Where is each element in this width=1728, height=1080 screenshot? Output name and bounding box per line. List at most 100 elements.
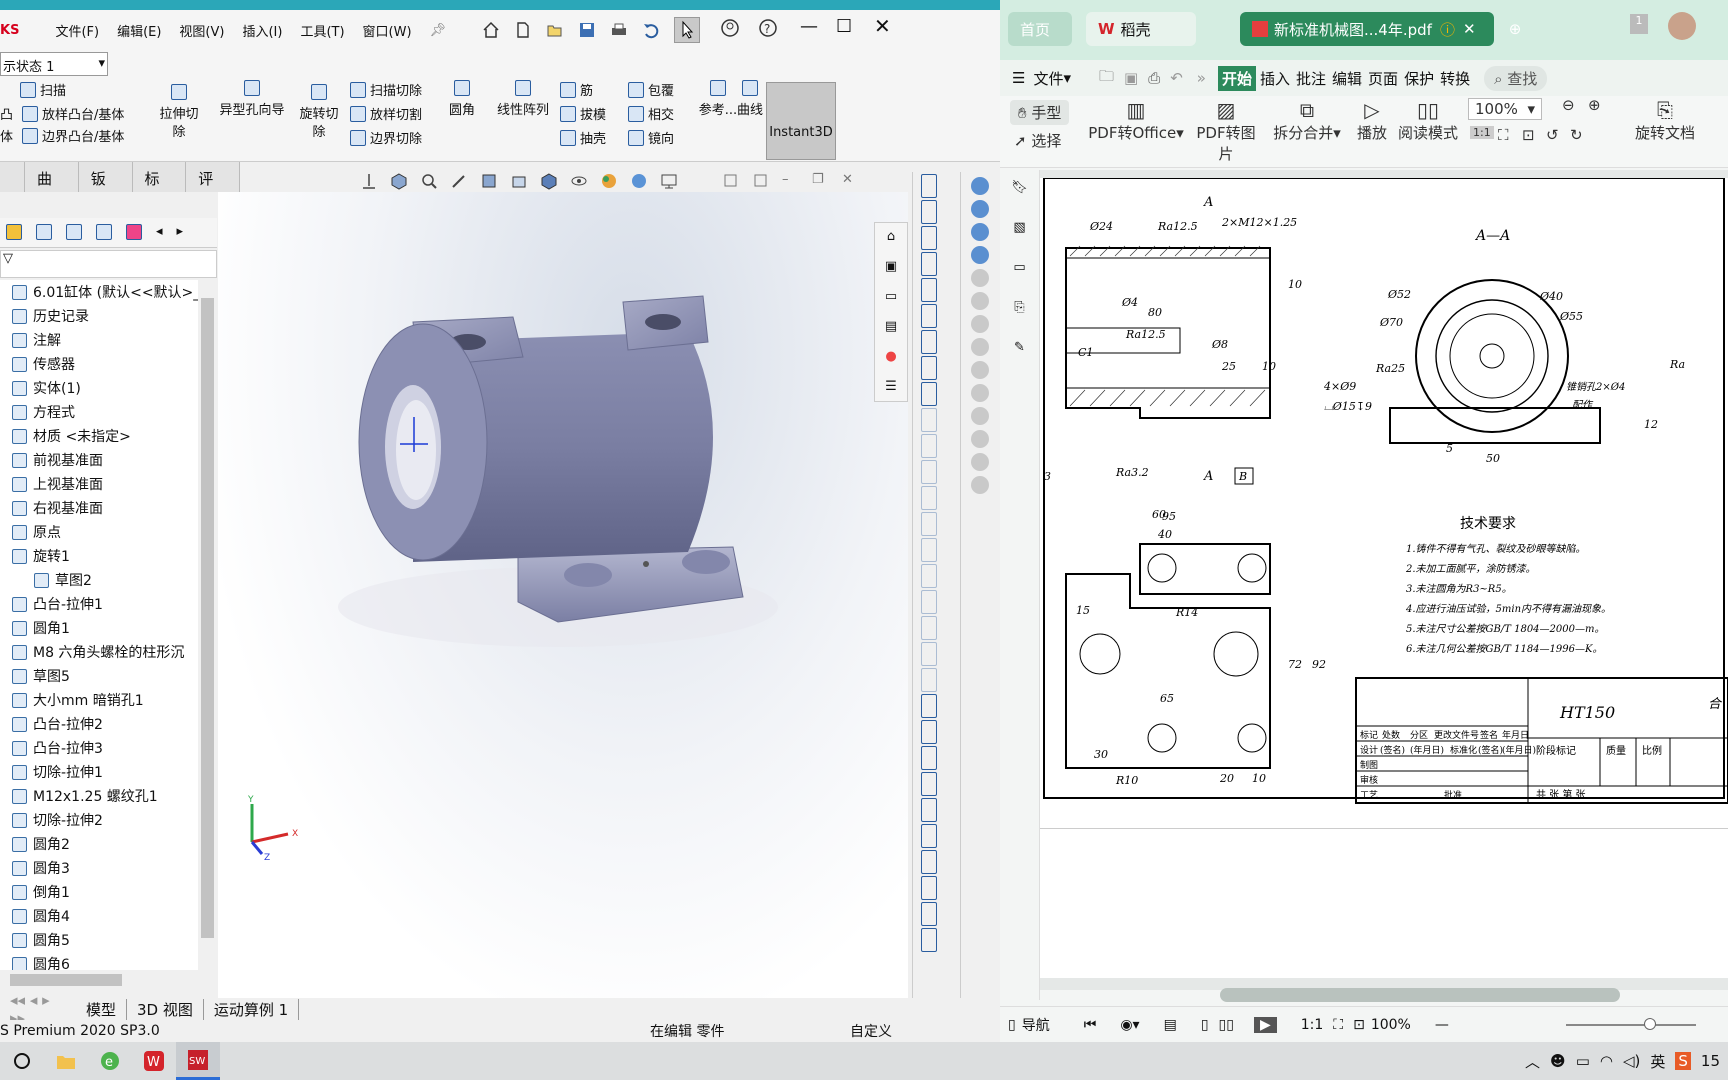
loft-boss-button[interactable]: 放样凸台/基体	[22, 104, 124, 123]
tab-markup[interactable]: 标注	[133, 162, 187, 209]
section-view-icon[interactable]	[480, 172, 498, 190]
avatar[interactable]	[1668, 12, 1696, 40]
task-pane-icon[interactable]	[971, 200, 989, 218]
user-icon[interactable]	[720, 18, 740, 42]
tree-scrollbar[interactable]	[198, 280, 217, 970]
tree-item[interactable]: 圆角3	[0, 856, 198, 880]
menu-edit[interactable]: 编辑	[1332, 68, 1362, 89]
sketch-tool-icon[interactable]	[921, 434, 937, 458]
solidworks-taskbar-icon[interactable]: SW	[176, 1042, 220, 1080]
tab-motion-study[interactable]: 运动算例 1	[204, 998, 300, 1020]
tab-evaluate[interactable]: 评估	[186, 162, 240, 209]
menu-tools[interactable]: 工具(T)	[300, 21, 344, 40]
task-pane-icon[interactable]	[971, 430, 989, 448]
task-pane-icon[interactable]	[971, 384, 989, 402]
sketch-tool-icon[interactable]	[921, 278, 937, 302]
menu-page[interactable]: 页面	[1368, 68, 1398, 89]
tab-count-badge[interactable]: 1	[1630, 14, 1648, 34]
tree-item[interactable]: 历史记录	[0, 304, 198, 328]
sketch-tool-icon[interactable]	[921, 564, 937, 588]
horizontal-scrollbar[interactable]	[1220, 988, 1620, 1002]
folder-icon[interactable]: ▭	[875, 283, 907, 313]
tree-item[interactable]: 凸台-拉伸1	[0, 592, 198, 616]
home-view-icon[interactable]: ⌂	[875, 223, 907, 253]
save-icon[interactable]	[578, 21, 596, 39]
tree-item[interactable]: M12x1.25 螺纹孔1	[0, 784, 198, 808]
menu-insert[interactable]: 插入	[1260, 68, 1290, 89]
propertymanager-icon[interactable]	[36, 224, 52, 240]
wrap-button[interactable]: 包覆	[628, 80, 674, 99]
tree-item[interactable]: 凸台-拉伸2	[0, 712, 198, 736]
palette-icon[interactable]: ▤	[875, 313, 907, 343]
tree-item[interactable]: 方程式	[0, 400, 198, 424]
dimxpert-icon[interactable]	[96, 224, 112, 240]
tree-item[interactable]: 右视基准面	[0, 496, 198, 520]
task-pane-icon[interactable]	[971, 223, 989, 241]
menu-insert[interactable]: 插入(I)	[242, 21, 282, 40]
tree-item[interactable]: 旋转1	[0, 544, 198, 568]
start-button[interactable]	[0, 1042, 44, 1080]
menu-edit[interactable]: 编辑(E)	[117, 21, 161, 40]
nav-icon[interactable]: ▯	[1008, 1017, 1016, 1033]
monitor-icon[interactable]	[660, 172, 678, 190]
sketch-tool-icon[interactable]	[921, 746, 937, 770]
sketch-tool-icon[interactable]	[921, 486, 937, 510]
actual-size-status-icon[interactable]: 1:1	[1301, 1017, 1324, 1033]
dynamic-annotation-icon[interactable]	[510, 172, 528, 190]
sketch-tool-icon[interactable]	[921, 642, 937, 666]
task-pane-icon[interactable]	[971, 361, 989, 379]
config-select[interactable]: 示状态 1 ▾	[0, 52, 108, 76]
help-icon[interactable]: ?	[758, 18, 778, 42]
tree-item[interactable]: 上视基准面	[0, 472, 198, 496]
tab-3d-view[interactable]: 3D 视图	[127, 998, 204, 1020]
maximize-icon[interactable]: ☐	[836, 16, 852, 37]
display-style-icon[interactable]	[540, 172, 558, 190]
cylinder-block-model[interactable]	[218, 192, 908, 998]
tree-item[interactable]: 大小mm 暗销孔1	[0, 688, 198, 712]
menu-convert[interactable]: 转换	[1440, 68, 1470, 89]
tree-item[interactable]: 原点	[0, 520, 198, 544]
single-page-icon[interactable]: ▤	[1164, 1017, 1177, 1033]
sogou-icon[interactable]: S	[1675, 1052, 1691, 1070]
intersect-button[interactable]: 相交	[628, 104, 674, 123]
sketch-tool-icon[interactable]	[921, 512, 937, 536]
read-mode-button[interactable]: ▯▯ 阅读模式	[1398, 98, 1458, 143]
file-explorer-icon[interactable]	[44, 1042, 88, 1080]
tree-item[interactable]: 前视基准面	[0, 448, 198, 472]
pdf-viewer[interactable]: A Ø24 Ra12.5 2×M12×1.25 10 Ø4 80 Ra12.5 …	[1040, 170, 1728, 1002]
more-icon[interactable]: »	[1197, 69, 1206, 87]
cube-icon[interactable]	[390, 172, 408, 190]
tree-item[interactable]: 圆角2	[0, 832, 198, 856]
zoom-slider-thumb[interactable]	[1644, 1018, 1656, 1030]
pdf-to-image-button[interactable]: ▨ PDF转图片	[1190, 98, 1262, 164]
lofted-cut-button[interactable]: 放样切割	[350, 104, 422, 123]
sketch-tool-icon[interactable]	[921, 356, 937, 380]
sketch-tool-icon[interactable]	[921, 928, 937, 952]
pin-icon[interactable]: 📌︎	[430, 23, 447, 38]
tray-expand-icon[interactable]: ︿	[1525, 1051, 1540, 1072]
appearance-ball-icon[interactable]: ●	[875, 343, 907, 373]
scroll-left-icon[interactable]: ◂	[156, 224, 163, 241]
sketch-tool-icon[interactable]	[921, 174, 937, 198]
viewport-split-icon[interactable]	[752, 172, 770, 190]
zoom-in-icon[interactable]: ⊕	[1588, 96, 1601, 114]
home-icon[interactable]	[482, 21, 500, 39]
zoom-slider[interactable]	[1566, 1024, 1696, 1026]
tree-item[interactable]: 草图2	[0, 568, 198, 592]
pdf-to-office-button[interactable]: ▥ PDF转Office▾	[1088, 98, 1184, 143]
task-pane-icon[interactable]	[971, 177, 989, 195]
two-page-icon[interactable]: ▯▯	[1219, 1017, 1234, 1033]
fit-width-icon[interactable]: ⊡	[1522, 126, 1535, 144]
revolved-cut-button[interactable]: 旋转切除	[292, 84, 346, 142]
rotate-left-icon[interactable]: ↺	[1546, 126, 1559, 144]
sketch-tool-icon[interactable]	[921, 720, 937, 744]
hide-show-icon[interactable]	[570, 172, 588, 190]
select-arrow-icon[interactable]	[674, 17, 701, 43]
sketch-tool-icon[interactable]	[921, 226, 937, 250]
open-folder-icon[interactable]: 🗀︎	[1099, 66, 1114, 91]
open-icon[interactable]	[546, 21, 564, 39]
tree-hscrollbar[interactable]	[0, 970, 198, 990]
clock[interactable]: 15	[1701, 1052, 1720, 1070]
battery-icon[interactable]: ▭	[1576, 1052, 1590, 1070]
display-manager-icon[interactable]	[126, 224, 142, 240]
